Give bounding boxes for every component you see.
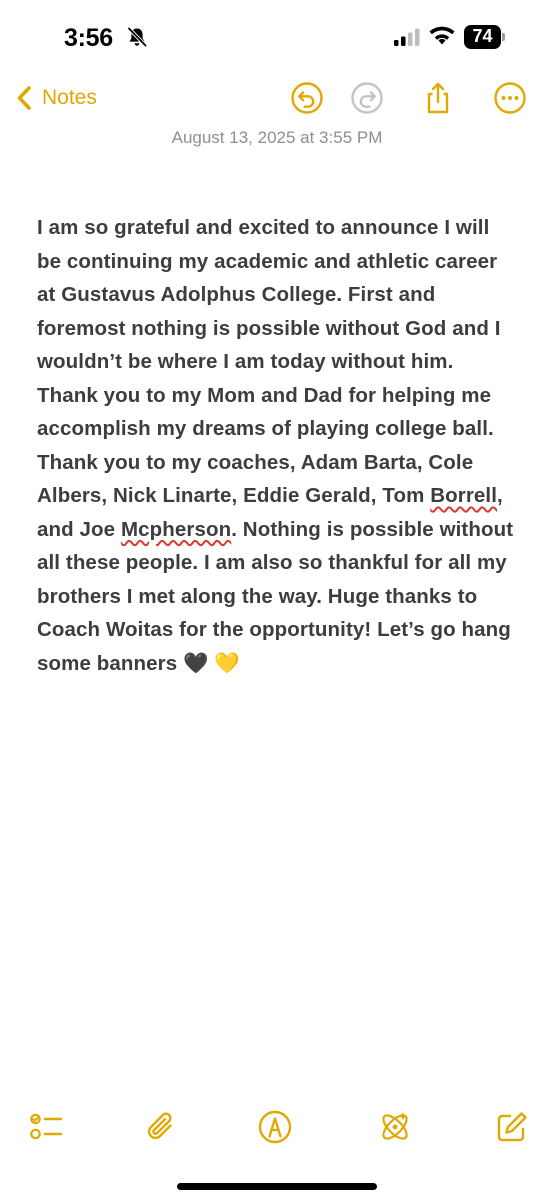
markup-button[interactable] xyxy=(256,1108,294,1146)
attachment-button[interactable] xyxy=(143,1108,181,1146)
share-button[interactable] xyxy=(421,81,455,115)
battery-icon: 74 xyxy=(464,25,506,49)
bell-slash-icon xyxy=(127,27,147,47)
more-button[interactable] xyxy=(493,81,527,115)
note-text: I am so grateful and excited to announce… xyxy=(37,216,501,507)
share-icon xyxy=(427,82,449,114)
chevron-left-icon xyxy=(17,86,31,110)
checklist-icon xyxy=(30,1113,63,1140)
undo-icon xyxy=(291,82,323,114)
battery-nub xyxy=(502,33,505,41)
bottom-toolbar xyxy=(0,1108,554,1152)
undo-button[interactable] xyxy=(290,81,324,115)
paperclip-icon xyxy=(147,1112,172,1140)
wifi-icon xyxy=(429,26,455,45)
checklist-button[interactable] xyxy=(27,1108,65,1146)
battery-level: 74 xyxy=(472,26,493,46)
status-bar: 3:56 74 xyxy=(0,0,554,76)
home-indicator[interactable] xyxy=(177,1183,377,1190)
back-button[interactable]: Notes xyxy=(14,78,97,118)
markup-pen-icon xyxy=(258,1110,292,1144)
notes-screen: 3:56 74 Notes August 13, 2025 at 3:55 PM… xyxy=(0,0,554,1200)
writing-tools-icon xyxy=(382,1112,408,1140)
note-text: . Nothing is possible without all these … xyxy=(37,517,514,675)
misspelled-word[interactable]: Borrell xyxy=(430,484,497,507)
compose-icon xyxy=(497,1112,527,1142)
cellular-signal-icon xyxy=(394,28,420,46)
status-time: 3:56 xyxy=(64,24,113,52)
redo-button[interactable] xyxy=(350,81,384,115)
writing-tools-button[interactable] xyxy=(376,1108,414,1146)
nav-bar: Notes xyxy=(0,78,554,122)
misspelled-word[interactable]: Mcpherson xyxy=(121,518,231,541)
compose-button[interactable] xyxy=(493,1108,531,1146)
note-date: August 13, 2025 at 3:55 PM xyxy=(171,128,383,147)
more-icon xyxy=(494,82,526,114)
redo-icon xyxy=(351,82,383,114)
back-label: Notes xyxy=(42,86,97,109)
note-body[interactable]: I am so grateful and excited to announce… xyxy=(37,211,519,680)
